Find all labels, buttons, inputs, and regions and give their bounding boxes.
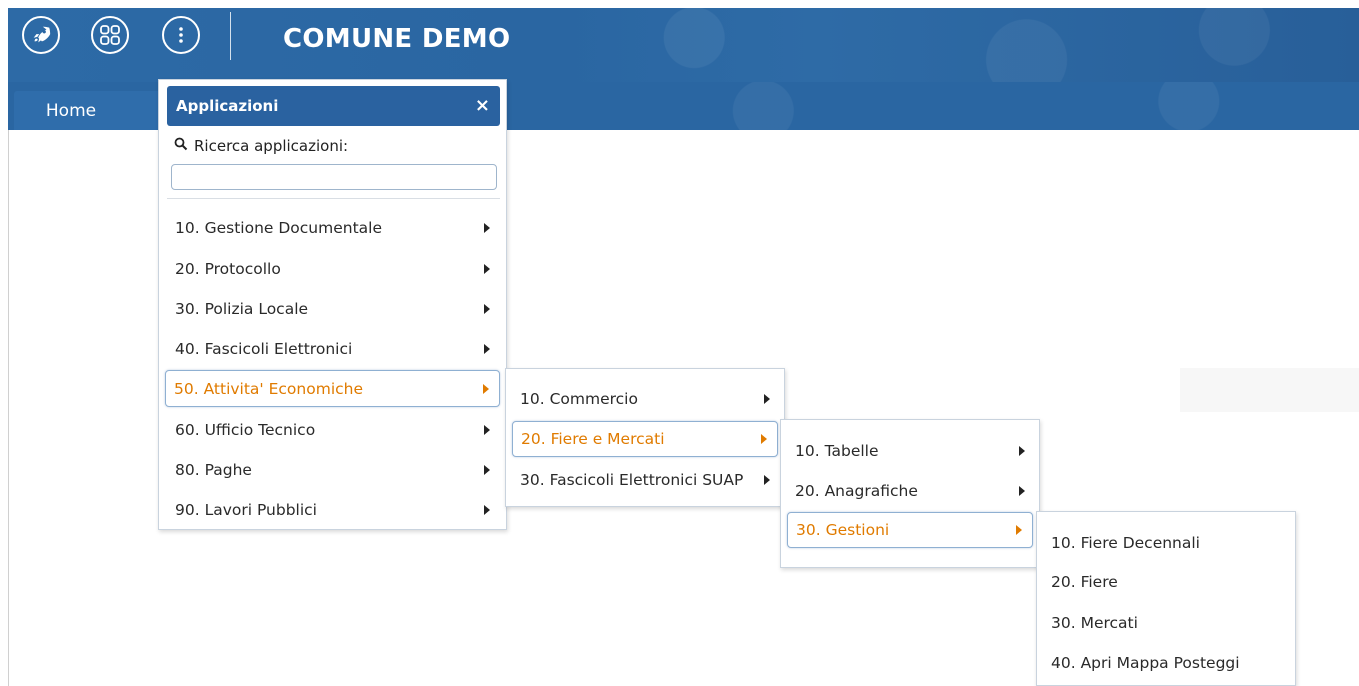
applications-menu: Applicazioni × Ricerca applicazioni: 10.… xyxy=(158,79,507,530)
submenu-item-label: 40. Apri Mappa Posteggi xyxy=(1051,653,1240,672)
chevron-right-icon xyxy=(484,424,490,435)
submenu-item-label: 30. Mercati xyxy=(1051,613,1138,632)
menu-item-label: 60. Ufficio Tecnico xyxy=(175,420,316,439)
header-background-pattern xyxy=(528,8,1359,82)
more-options-button[interactable] xyxy=(162,16,200,54)
menu-item-polizia-locale[interactable]: 30. Polizia Locale xyxy=(167,291,500,326)
submenu-attivita-economiche: 10. Commercio 20. Fiere e Mercati 30. Fa… xyxy=(505,368,785,507)
menu-item-label: 30. Polizia Locale xyxy=(175,299,309,318)
search-label-text: Ricerca applicazioni: xyxy=(194,137,349,155)
search-label: Ricerca applicazioni: xyxy=(174,137,348,155)
top-header xyxy=(8,8,1359,82)
submenu-item-label: 10. Tabelle xyxy=(795,441,879,460)
launcher-button[interactable] xyxy=(22,16,60,54)
submenu-item-label: 10. Commercio xyxy=(520,389,638,408)
menu-item-lavori-pubblici[interactable]: 90. Lavori Pubblici xyxy=(167,492,500,527)
submenu-item-fascicoli-elettronici-suap[interactable]: 30. Fascicoli Elettronici SUAP xyxy=(512,462,780,497)
submenu-item-label: 10. Fiere Decennali xyxy=(1051,533,1200,552)
chevron-right-icon xyxy=(1019,445,1025,456)
menu-item-paghe[interactable]: 80. Paghe xyxy=(167,452,500,487)
tabstrip-background-pattern xyxy=(508,82,1359,130)
rocket-icon xyxy=(30,24,52,46)
tab-home[interactable]: Home xyxy=(14,91,164,130)
applications-menu-header: Applicazioni × xyxy=(167,86,500,126)
background-panel xyxy=(1180,368,1359,412)
chevron-right-icon xyxy=(484,343,490,354)
submenu-item-tabelle[interactable]: 10. Tabelle xyxy=(787,433,1035,468)
submenu-item-fiere-e-mercati[interactable]: 20. Fiere e Mercati xyxy=(512,421,778,457)
close-icon[interactable]: × xyxy=(475,97,490,115)
chevron-right-icon xyxy=(483,383,489,394)
submenu-item-label: 20. Anagrafiche xyxy=(795,481,918,500)
submenu-item-label: 20. Fiere xyxy=(1051,572,1118,591)
chevron-right-icon xyxy=(484,303,490,314)
chevron-right-icon xyxy=(764,474,770,485)
menu-item-label: 80. Paghe xyxy=(175,460,252,479)
chevron-right-icon xyxy=(484,464,490,475)
more-vertical-icon xyxy=(171,25,191,45)
menu-item-label: 20. Protocollo xyxy=(175,259,281,278)
chevron-right-icon xyxy=(1016,525,1022,535)
menu-item-label: 90. Lavori Pubblici xyxy=(175,500,317,519)
submenu-gestioni: 10. Fiere Decennali 20. Fiere 30. Mercat… xyxy=(1036,511,1296,686)
submenu-item-anagrafiche[interactable]: 20. Anagrafiche xyxy=(787,473,1035,508)
chevron-right-icon xyxy=(484,222,490,233)
applications-menu-title: Applicazioni xyxy=(176,97,279,115)
apps-grid-icon xyxy=(98,23,122,47)
chevron-right-icon xyxy=(484,263,490,274)
submenu-item-label: 20. Fiere e Mercati xyxy=(521,430,665,448)
chevron-right-icon xyxy=(484,504,490,515)
chevron-right-icon xyxy=(761,434,767,444)
chevron-right-icon xyxy=(764,393,770,404)
submenu-item-label: 30. Fascicoli Elettronici SUAP xyxy=(520,470,744,489)
search-icon xyxy=(174,137,188,155)
menu-item-label: 50. Attivita' Economiche xyxy=(174,379,364,398)
menu-divider xyxy=(167,198,500,199)
chevron-right-icon xyxy=(1019,485,1025,496)
submenu-item-label: 30. Gestioni xyxy=(796,521,890,539)
menu-item-label: 10. Gestione Documentale xyxy=(175,218,382,237)
menu-item-fascicoli-elettronici[interactable]: 40. Fascicoli Elettronici xyxy=(167,331,500,366)
menu-item-protocollo[interactable]: 20. Protocollo xyxy=(167,251,500,286)
submenu-item-apri-mappa-posteggi[interactable]: 40. Apri Mappa Posteggi xyxy=(1043,645,1291,680)
header-separator xyxy=(230,12,231,60)
app-title: COMUNE DEMO xyxy=(283,24,511,54)
search-input[interactable] xyxy=(171,164,497,190)
menu-item-label: 40. Fascicoli Elettronici xyxy=(175,339,353,358)
apps-button[interactable] xyxy=(91,16,129,54)
menu-item-gestione-documentale[interactable]: 10. Gestione Documentale xyxy=(167,210,500,245)
menu-item-ufficio-tecnico[interactable]: 60. Ufficio Tecnico xyxy=(167,412,500,447)
submenu-item-gestioni[interactable]: 30. Gestioni xyxy=(787,512,1033,548)
submenu-item-fiere-decennali[interactable]: 10. Fiere Decennali xyxy=(1043,525,1291,560)
menu-item-attivita-economiche[interactable]: 50. Attivita' Economiche xyxy=(165,370,500,407)
submenu-fiere-e-mercati: 10. Tabelle 20. Anagrafiche 30. Gestioni xyxy=(780,419,1040,568)
submenu-item-mercati[interactable]: 30. Mercati xyxy=(1043,605,1291,640)
submenu-item-fiere[interactable]: 20. Fiere xyxy=(1043,564,1291,599)
app-root: COMUNE DEMO Home Applicazioni × Ricerca … xyxy=(0,0,1359,686)
submenu-item-commercio[interactable]: 10. Commercio xyxy=(512,381,780,416)
